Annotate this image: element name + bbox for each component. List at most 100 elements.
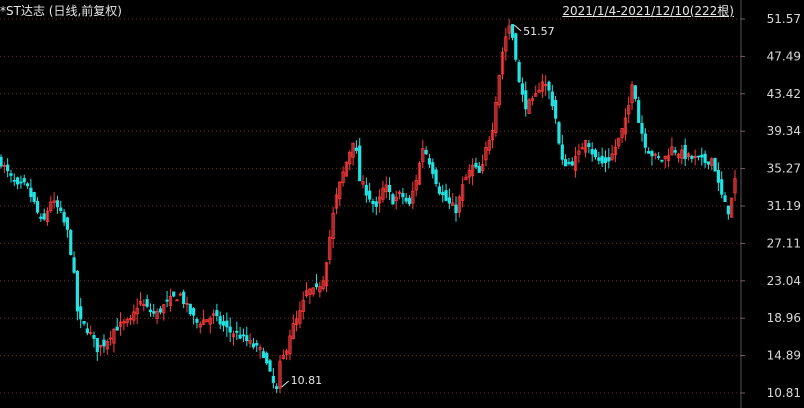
- candle-body: [660, 159, 664, 162]
- y-tick-label: 27.11: [767, 236, 801, 250]
- candle-body: [650, 151, 654, 157]
- candle-body: [358, 145, 362, 182]
- candle-body: [225, 320, 229, 328]
- candle-body: [82, 321, 86, 324]
- y-tick-label: 47.49: [767, 49, 801, 63]
- candle-body: [690, 155, 694, 159]
- candle-body: [158, 308, 163, 313]
- candle-body: [524, 90, 528, 110]
- y-tick-label: 35.27: [767, 162, 801, 176]
- candle-body: [643, 133, 647, 148]
- candle-body: [85, 328, 89, 334]
- candle-body: [79, 306, 83, 320]
- candle-body: [92, 335, 96, 339]
- candle-body: [29, 187, 33, 198]
- candle-body: [238, 334, 242, 339]
- candle-body: [145, 299, 149, 307]
- candle-body: [59, 207, 63, 212]
- candle-body: [275, 386, 279, 390]
- candle-body: [65, 217, 70, 230]
- candle-body: [268, 360, 272, 372]
- candle-body: [261, 351, 265, 359]
- candle-body: [444, 190, 448, 201]
- candle-body: [683, 144, 687, 160]
- y-tick-label: 14.89: [767, 349, 801, 363]
- candle-body: [75, 270, 79, 312]
- candle-body: [600, 155, 604, 164]
- candle-body: [22, 178, 26, 183]
- candle-body: [391, 194, 395, 205]
- date-range-link[interactable]: 2021/1/4-2021/12/10(222根): [562, 2, 734, 19]
- candle-body: [723, 195, 727, 202]
- candle-body: [102, 339, 106, 347]
- candle-body: [477, 165, 481, 173]
- candle-body: [404, 197, 408, 202]
- candle-body: [567, 162, 571, 164]
- min-arrow: [281, 380, 289, 388]
- candle-body: [165, 299, 169, 302]
- y-tick-label: 31.19: [767, 199, 801, 213]
- chart-title: *ST达志 (日线,前复权): [0, 4, 122, 18]
- candle-body: [374, 201, 378, 207]
- candle-body: [19, 181, 23, 184]
- candle-body: [72, 257, 76, 273]
- candle-body: [62, 211, 66, 223]
- candle-body: [510, 24, 515, 38]
- candle-body: [188, 303, 192, 315]
- candle-body: [603, 157, 608, 164]
- candle-body: [16, 177, 20, 185]
- candle-body: [6, 164, 10, 172]
- min-price-label: 10.81: [291, 374, 323, 387]
- candle-body: [517, 62, 521, 83]
- candle-body: [703, 153, 707, 163]
- candle-body: [115, 326, 119, 331]
- candle-body: [700, 154, 704, 158]
- candle-body: [437, 186, 442, 194]
- candle-body: [726, 205, 730, 215]
- candle-body: [228, 326, 232, 333]
- candle-body: [364, 184, 368, 196]
- candle-body: [368, 190, 372, 200]
- candle-body: [9, 173, 13, 176]
- candle-body: [647, 151, 651, 154]
- candle-body: [716, 170, 720, 183]
- candle-body: [55, 200, 60, 208]
- candle-body: [713, 158, 717, 172]
- candle-body: [454, 204, 458, 214]
- candle-body: [32, 192, 36, 202]
- candle-body: [696, 155, 701, 158]
- y-tick-label: 23.04: [767, 274, 801, 288]
- candle-body: [387, 184, 392, 193]
- candle-body: [407, 197, 412, 205]
- candle-body: [39, 216, 43, 219]
- candle-body: [431, 162, 435, 175]
- candle-body: [640, 123, 644, 134]
- candle-body: [514, 33, 518, 60]
- candle-body: [172, 291, 176, 297]
- candle-body: [424, 149, 428, 155]
- candle-body: [633, 85, 637, 99]
- candle-body: [657, 156, 661, 158]
- candle-body: [271, 375, 275, 383]
- candle-body: [427, 158, 432, 165]
- candle-body: [69, 230, 73, 256]
- candle-body: [447, 197, 451, 204]
- candle-body: [42, 213, 46, 220]
- candle-body: [720, 179, 724, 195]
- candle-body: [587, 143, 591, 148]
- candle-body: [550, 91, 554, 107]
- candle-body: [192, 308, 196, 316]
- candle-body: [0, 156, 3, 167]
- y-tick-label: 51.57: [767, 12, 801, 26]
- candle-body: [554, 100, 558, 119]
- candle-body: [474, 162, 478, 168]
- candle-body: [593, 149, 598, 158]
- candle-body: [401, 193, 405, 198]
- y-axis: 51.57 47.49 43.42 39.34 35.27 31.19 27.11 23.04…: [740, 0, 801, 408]
- candle-body: [564, 159, 568, 167]
- candle-body: [148, 309, 153, 313]
- y-tick-label: 10.81: [767, 386, 801, 400]
- candle-body: [590, 149, 594, 155]
- y-tick-label: 18.96: [767, 311, 801, 325]
- max-price-label: 51.57: [523, 25, 555, 38]
